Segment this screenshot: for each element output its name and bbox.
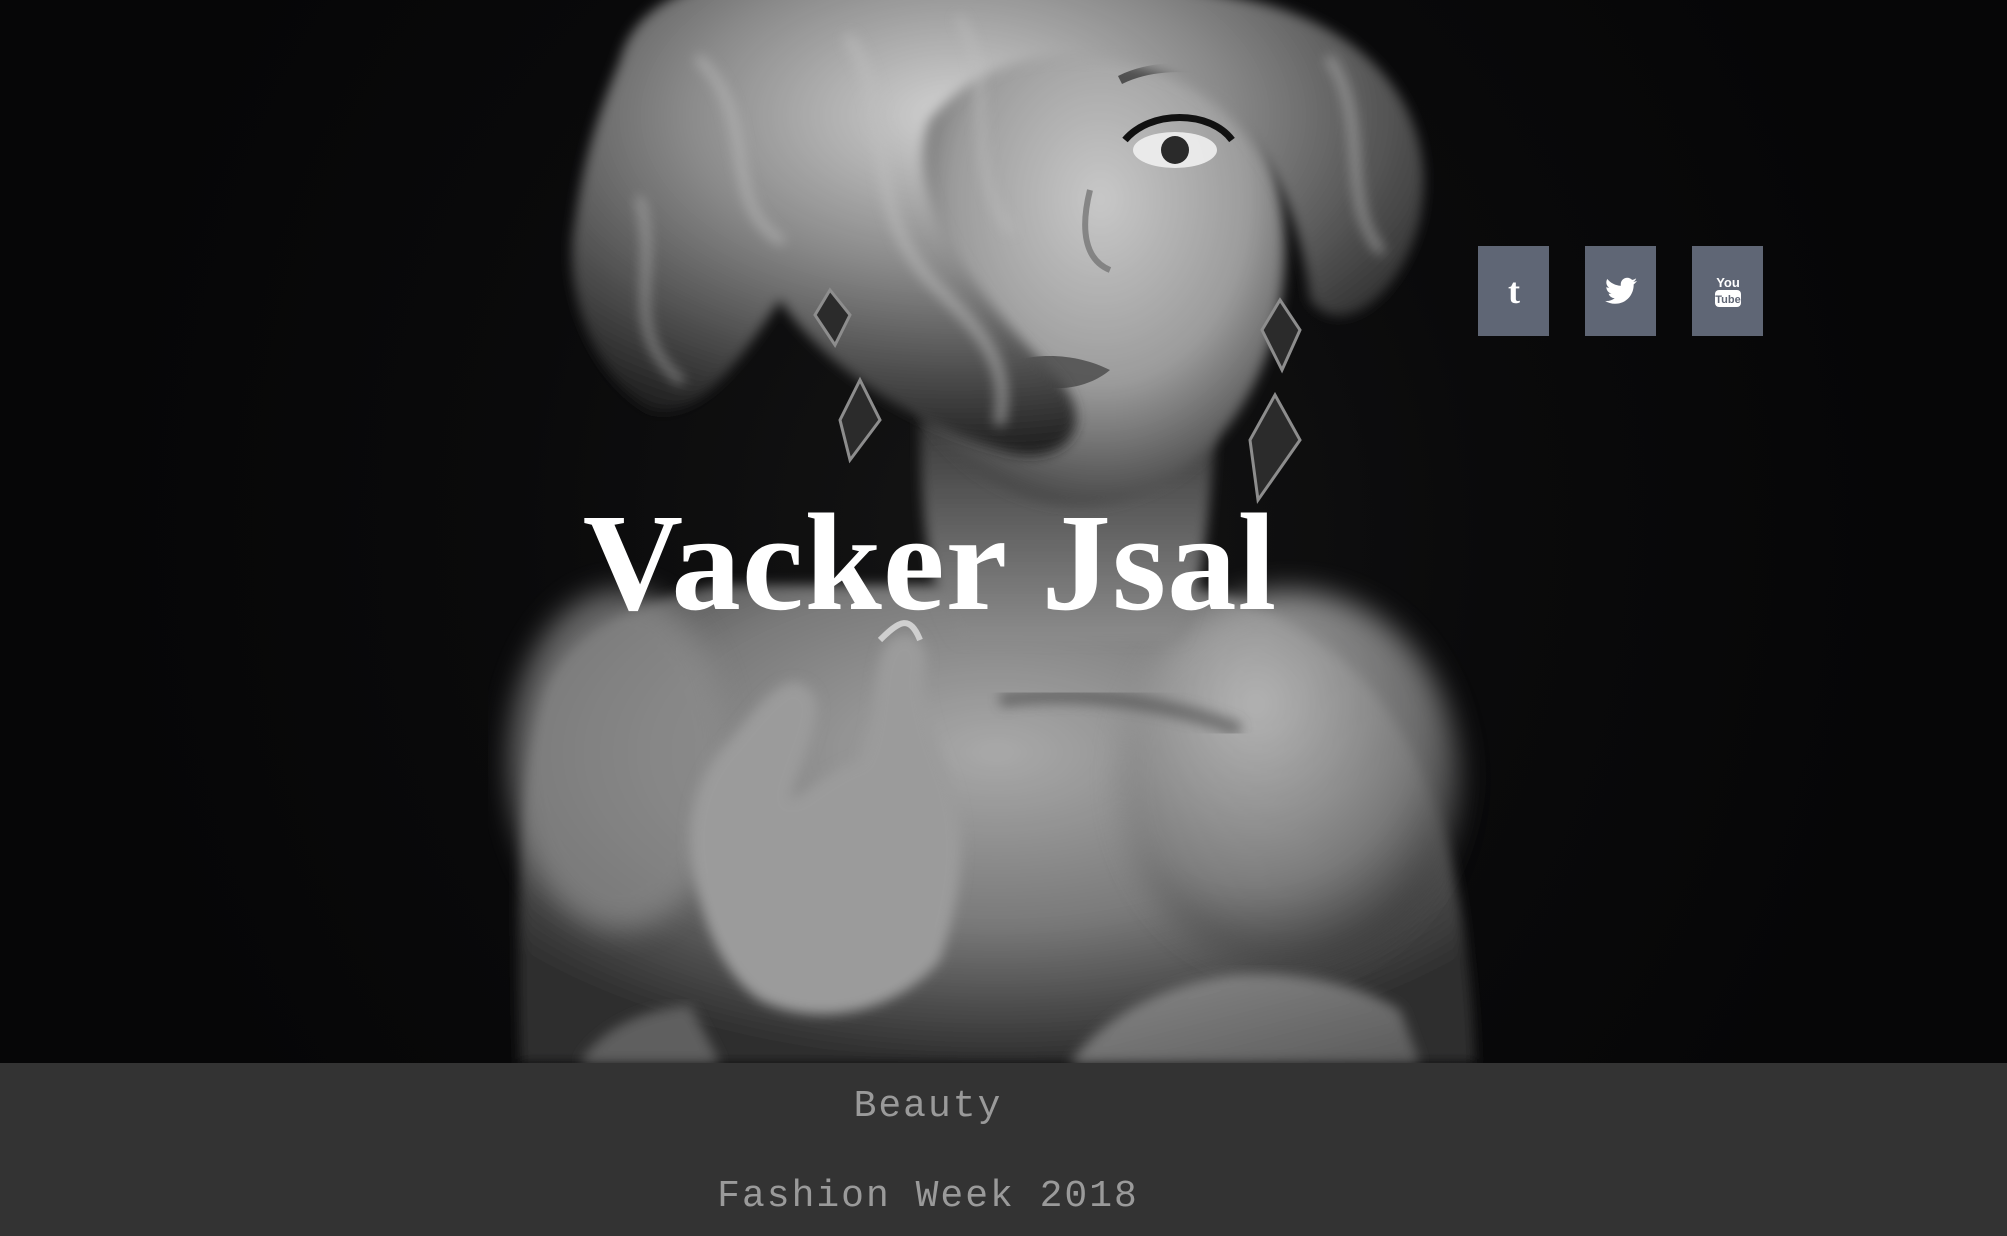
social-links: t You Tube bbox=[1478, 246, 1763, 336]
info-band: Beauty Fashion Week 2018 bbox=[0, 1063, 2007, 1236]
hero-section: t You Tube Vacker Jsal bbox=[0, 0, 2007, 1063]
svg-text:t: t bbox=[1508, 274, 1520, 308]
twitter-bird-icon bbox=[1604, 277, 1637, 305]
category-label: Beauty bbox=[853, 1085, 1003, 1128]
page: t You Tube Vacker Jsal Beauty Fashion We… bbox=[0, 0, 2007, 1236]
hero-title: Vacker Jsal bbox=[582, 486, 1278, 640]
tumblr-icon: t bbox=[1502, 274, 1526, 308]
youtube-button[interactable]: You Tube bbox=[1692, 246, 1763, 336]
event-label: Fashion Week 2018 bbox=[717, 1175, 1139, 1218]
youtube-icon: You Tube bbox=[1711, 273, 1745, 309]
svg-text:Tube: Tube bbox=[1715, 294, 1740, 306]
twitter-button[interactable] bbox=[1585, 246, 1656, 336]
tumblr-button[interactable]: t bbox=[1478, 246, 1549, 336]
svg-text:You: You bbox=[1716, 275, 1740, 290]
